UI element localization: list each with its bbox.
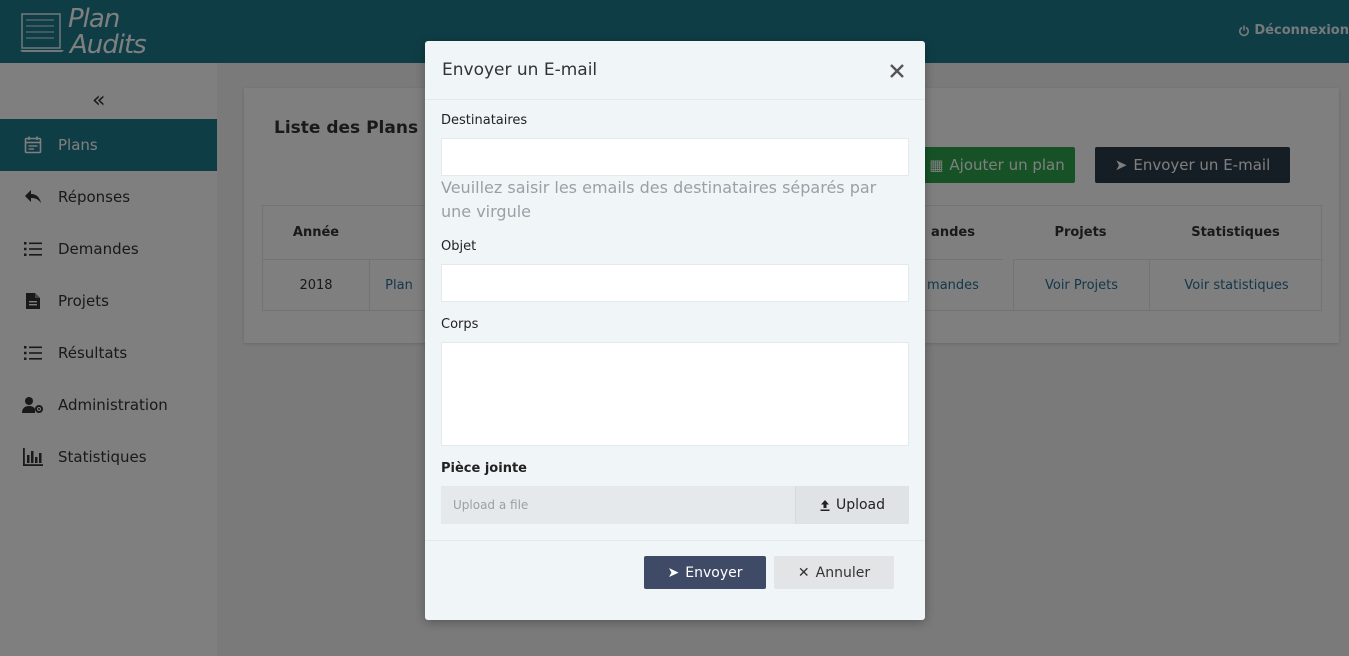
modal-footer-divider (425, 540, 925, 541)
subject-label: Objet (441, 239, 477, 254)
send-button[interactable]: ➤ Envoyer (644, 556, 766, 589)
send-email-modal: Envoyer un E-mail Destinataires Veuillez… (425, 41, 925, 620)
modal-header-divider (425, 99, 925, 100)
upload-button[interactable]: Upload (795, 486, 909, 524)
send-icon: ➤ (667, 564, 680, 581)
recipients-hint: Veuillez saisir les emails des destinata… (441, 178, 877, 221)
cancel-button[interactable]: ✕ Annuler (774, 556, 894, 589)
body-textarea[interactable] (441, 342, 909, 446)
close-icon: ✕ (797, 564, 810, 581)
recipients-label: Destinataires (441, 113, 528, 128)
recipients-input[interactable] (441, 138, 909, 176)
upload-icon (820, 499, 830, 511)
subject-input[interactable] (441, 264, 909, 302)
upload-label: Upload (835, 497, 886, 513)
send-label: Envoyer (685, 564, 743, 581)
cancel-label: Annuler (815, 564, 871, 581)
attachment-label: Pièce jointe (441, 461, 527, 476)
close-icon[interactable] (887, 61, 907, 81)
file-input[interactable]: Upload a file (441, 486, 795, 524)
body-label: Corps (441, 317, 479, 332)
modal-title: Envoyer un E-mail (442, 60, 598, 80)
